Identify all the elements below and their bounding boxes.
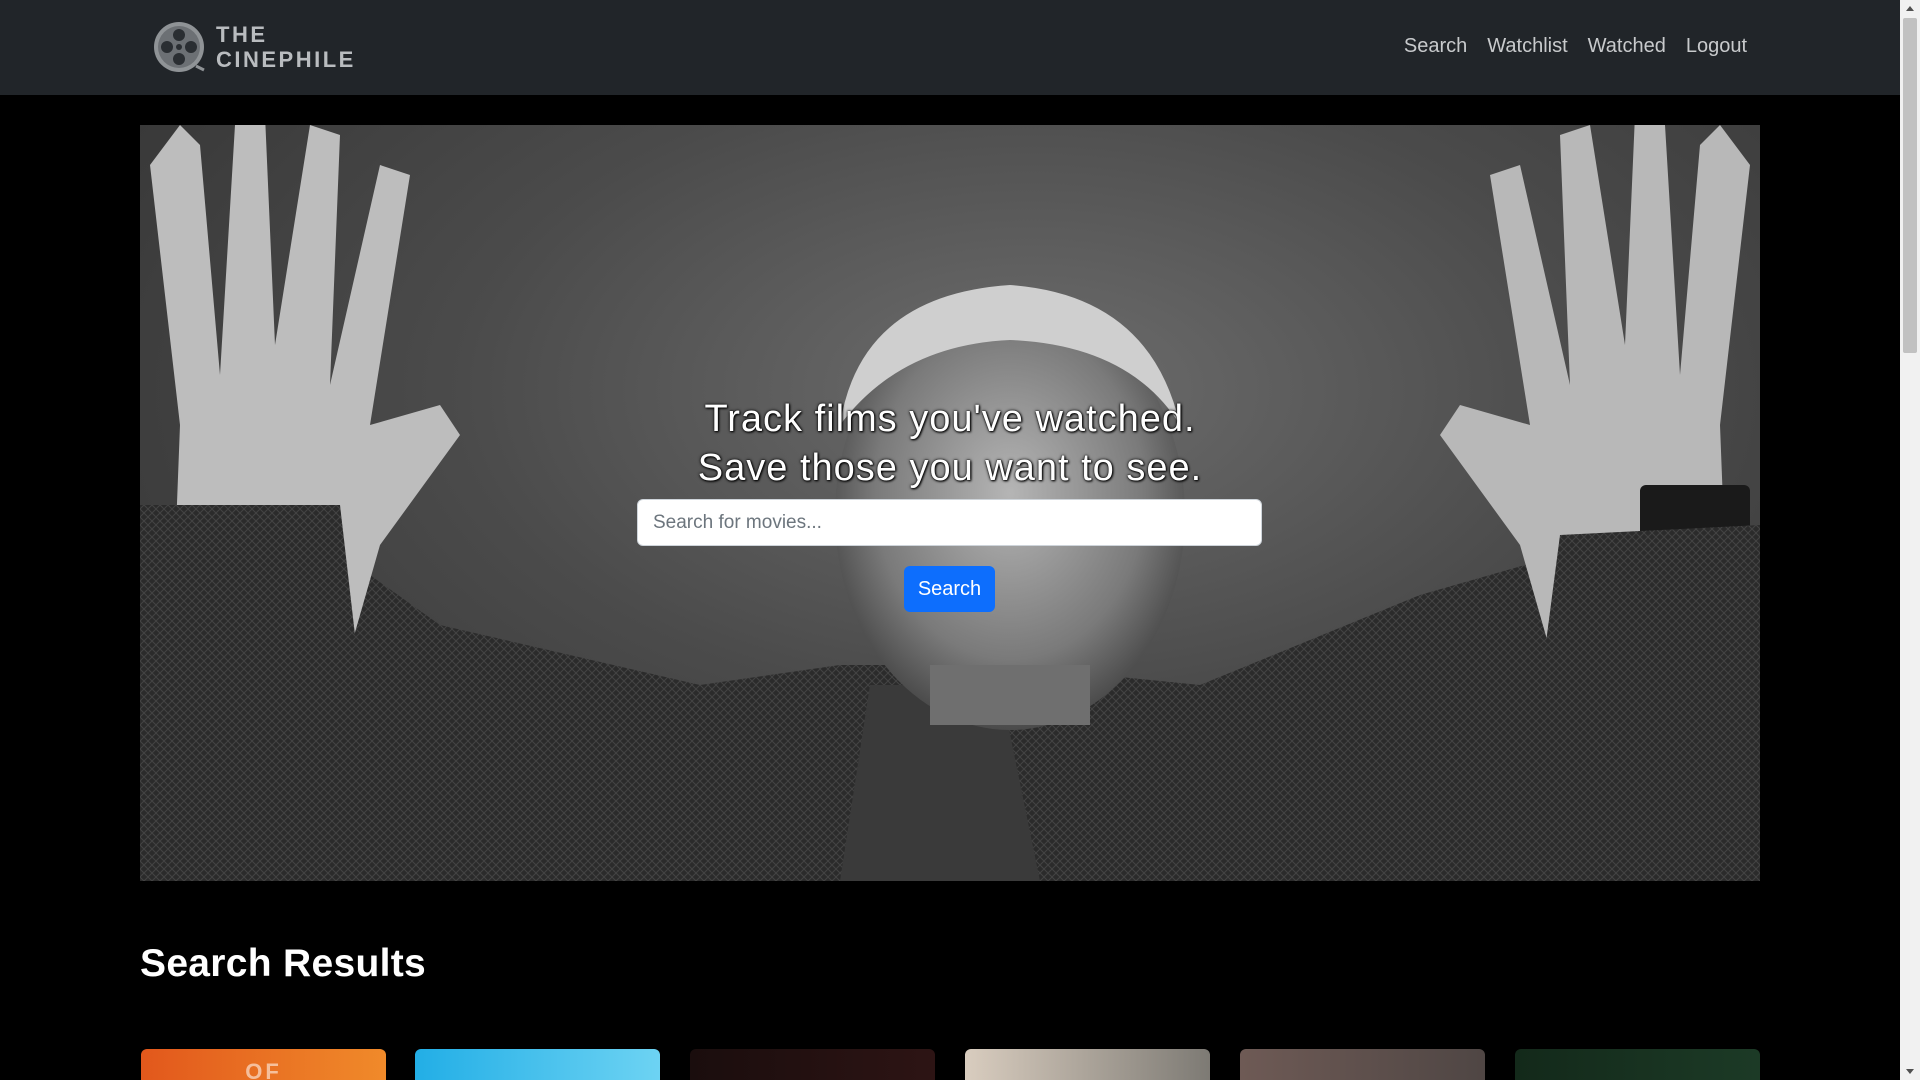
- hero-banner: Track films you've watched. Save those y…: [140, 125, 1760, 881]
- movie-card[interactable]: [965, 1049, 1210, 1080]
- movie-card[interactable]: [415, 1049, 660, 1080]
- brand[interactable]: THE CINEPHILE: [152, 19, 356, 75]
- navbar: THE CINEPHILE Search Watchlist Watched L…: [0, 0, 1900, 95]
- movie-card[interactable]: [1240, 1049, 1485, 1080]
- nav-watched-link[interactable]: Watched: [1588, 35, 1666, 58]
- search-button[interactable]: Search: [904, 566, 995, 612]
- movie-card[interactable]: [690, 1049, 935, 1080]
- brand-line-1: THE: [216, 22, 268, 47]
- film-reel-icon: [154, 22, 205, 72]
- scrollbar-thumb[interactable]: [1903, 18, 1917, 353]
- hero-tagline: Track films you've watched. Save those y…: [140, 395, 1760, 493]
- search-results-heading: Search Results: [140, 942, 426, 985]
- movie-search-input[interactable]: [637, 499, 1262, 546]
- brand-line-2: CINEPHILE: [216, 47, 356, 72]
- scroll-up-arrow-icon[interactable]: [1900, 0, 1920, 17]
- nav-links: Search Watchlist Watched Logout: [1404, 35, 1747, 58]
- scroll-down-arrow-icon[interactable]: [1900, 1063, 1920, 1080]
- brand-name: THE CINEPHILE: [216, 22, 356, 72]
- movie-card-poster-text: OF: [245, 1059, 282, 1080]
- nav-search-link[interactable]: Search: [1404, 35, 1467, 58]
- movie-card[interactable]: [1515, 1049, 1760, 1080]
- nav-watchlist-link[interactable]: Watchlist: [1487, 35, 1567, 58]
- search-results-list: OF: [140, 1049, 1760, 1080]
- hero-tagline-line-2: Save those you want to see.: [697, 447, 1203, 489]
- hero-tagline-line-1: Track films you've watched.: [704, 398, 1196, 440]
- nav-logout-link[interactable]: Logout: [1686, 35, 1747, 58]
- page-scrollbar[interactable]: [1900, 0, 1920, 1080]
- movie-card[interactable]: OF: [141, 1049, 386, 1080]
- page: THE CINEPHILE Search Watchlist Watched L…: [0, 0, 1900, 1080]
